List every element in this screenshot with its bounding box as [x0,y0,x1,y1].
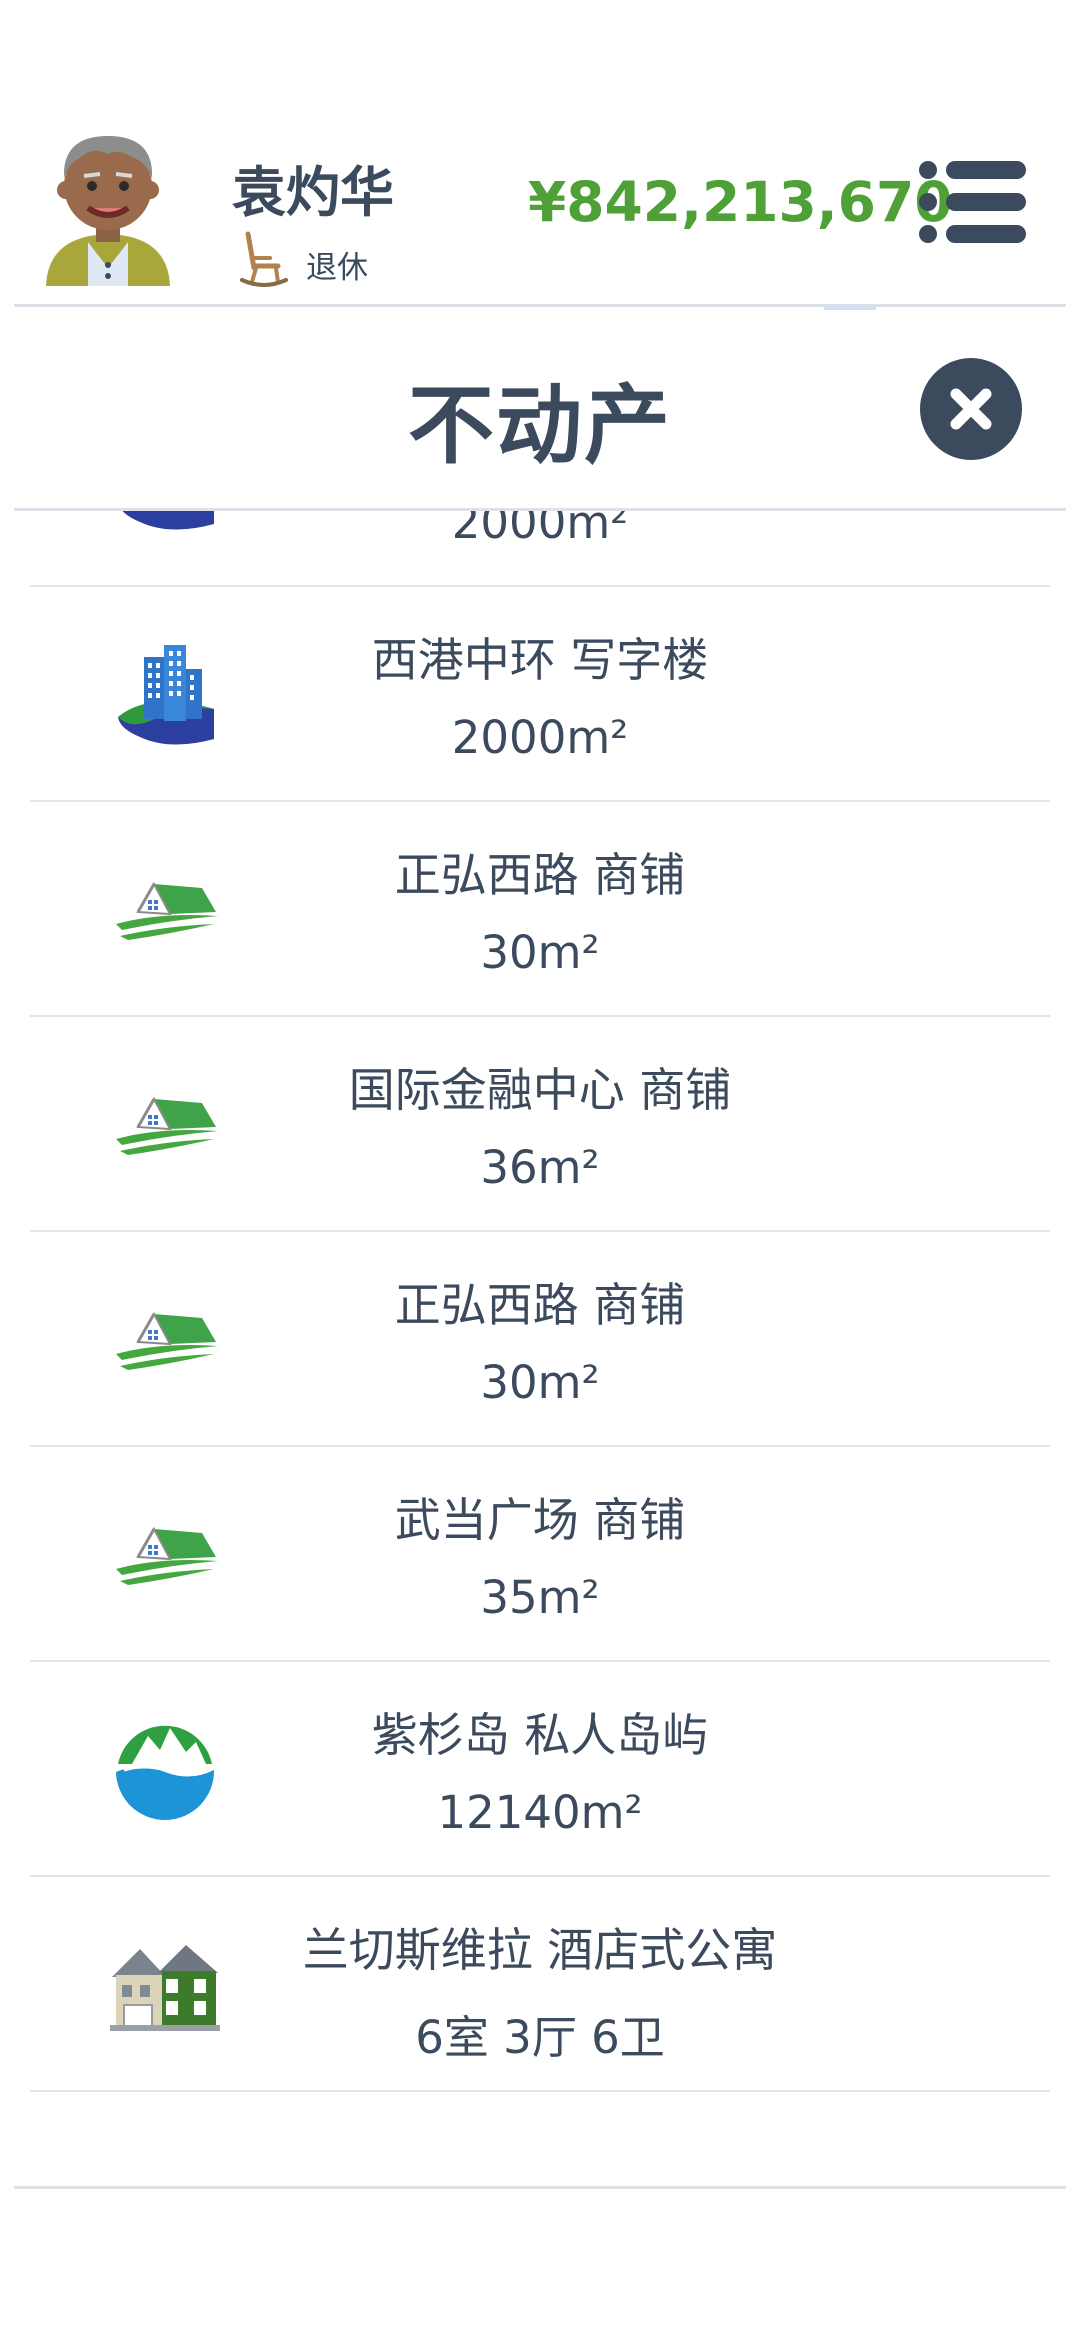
close-icon [950,388,992,430]
property-item[interactable]: 西港中环 写字楼 2000m² [30,587,1050,802]
property-title: 国际金融中心 商铺 [348,1063,732,1117]
property-detail: 30m² [480,926,600,979]
property-item[interactable]: 正弘西路 商铺 30m² [30,802,1050,1017]
property-detail: 6室 3厅 6卫 [415,2011,665,2064]
property-title: 正弘西路 商铺 [394,848,686,902]
modal-title: 不动产 [408,376,672,476]
property-list[interactable]: 哈教复下城 写字楼2000m² 西港中环 写字楼 2000m² 正弘西路 商铺 30m²… [30,511,1050,2163]
property-title: 武当广场 商铺 [394,1493,686,1547]
property-item[interactable]: 兰切斯维拉 酒店式公寓 6室 3厅 6卫 [30,1877,1050,2092]
status-label: 退休 [306,249,368,286]
property-item[interactable]: 正弘西路 商铺 30m² [30,1232,1050,1447]
property-title: 紫杉岛 私人岛屿 [371,1708,709,1762]
property-detail: 2000m² [451,711,629,764]
user-status: 退休 [240,230,368,290]
property-title: 兰切斯维拉 酒店式公寓 [302,1923,778,1977]
property-item[interactable]: 武当广场 商铺 35m² [30,1447,1050,1662]
close-button[interactable] [920,358,1022,460]
property-title: 西港中环 写字楼 [371,633,709,687]
header-divider [14,304,1066,307]
property-title: 正弘西路 商铺 [394,1278,686,1332]
property-item[interactable]: 紫杉岛 私人岛屿 12140m² [30,1662,1050,1877]
property-detail: 35m² [480,1571,600,1624]
avatar[interactable] [38,118,178,288]
property-item[interactable]: 哈教复下城 写字楼2000m² [30,511,1050,587]
user-name: 袁灼华 [232,161,394,224]
balance-amount: ¥842,213,670 [528,170,953,234]
modal-bottom-divider [14,2186,1066,2189]
property-detail: 36m² [480,1141,600,1194]
top-bar: 袁灼华 退休 ¥842,213,670 [0,0,1080,305]
property-item[interactable]: 国际金融中心 商铺 36m² [30,1017,1050,1232]
property-detail: 12140m² [437,1786,643,1839]
tab-indicator [824,306,876,310]
property-detail: 30m² [480,1356,600,1409]
property-detail: 2000m² [451,511,629,549]
rocking-chair-icon [240,231,288,287]
menu-list-icon[interactable] [918,158,1028,246]
